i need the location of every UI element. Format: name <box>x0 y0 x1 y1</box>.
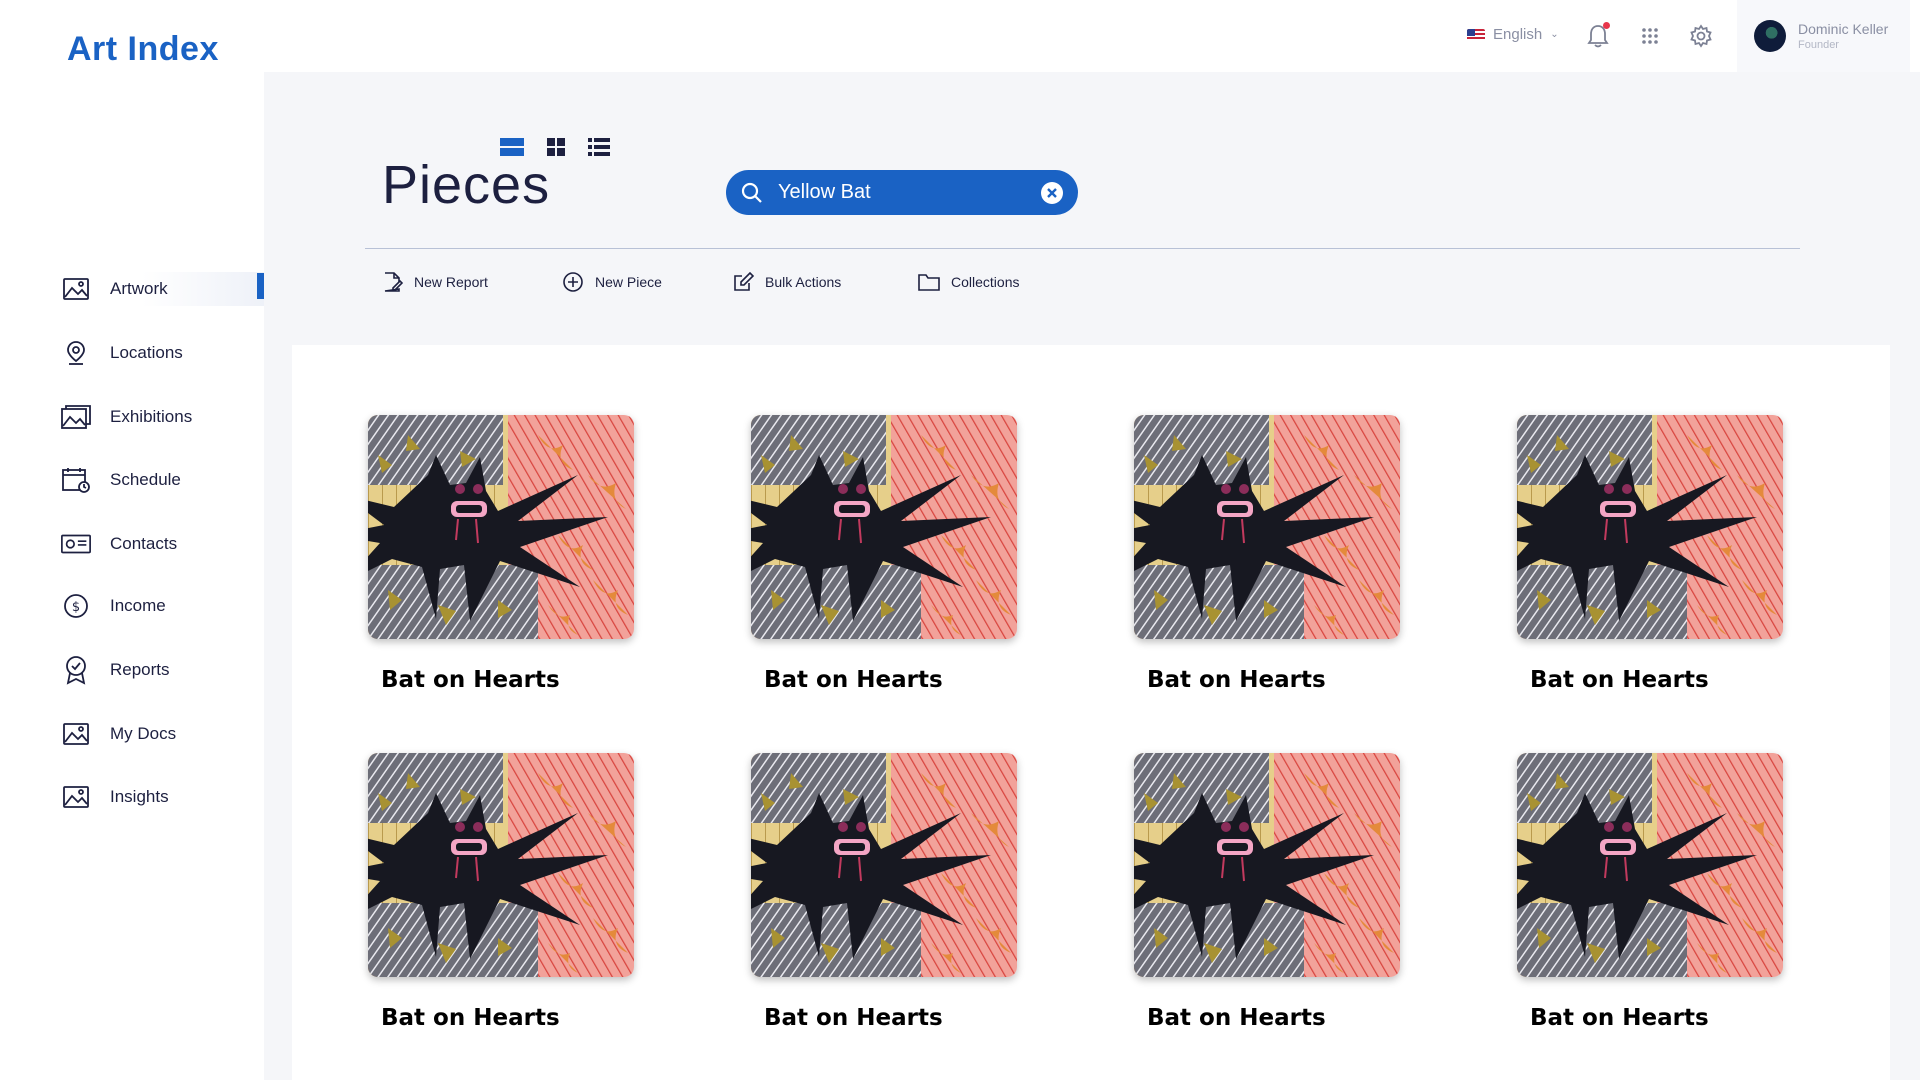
image-icon <box>60 718 92 750</box>
sidebar-item-income[interactable]: $ Income <box>60 589 264 623</box>
page-title: Pieces <box>382 155 551 215</box>
svg-text:$: $ <box>72 600 80 615</box>
sidebar: Artwork Locations Exhibitions Schedule C… <box>0 72 264 1080</box>
sidebar-item-label: Locations <box>110 343 183 362</box>
divider <box>365 248 1800 249</box>
search-icon <box>741 182 762 203</box>
piece-title[interactable]: Bat on Hearts <box>381 1005 634 1031</box>
piece-thumbnail[interactable] <box>1517 415 1783 639</box>
piece-thumbnail[interactable] <box>751 753 1017 977</box>
grid-dots-icon <box>1642 28 1658 44</box>
sidebar-item-label: Schedule <box>110 470 181 489</box>
chevron-down-icon: ⌄ <box>1550 29 1559 40</box>
piece-card[interactable]: Bat on Hearts <box>1134 415 1400 693</box>
user-name: Dominic Keller <box>1798 21 1889 37</box>
piece-title[interactable]: Bat on Hearts <box>764 1005 1017 1031</box>
piece-card[interactable]: Bat on Hearts <box>368 415 634 693</box>
avatar <box>1754 20 1786 52</box>
search-input[interactable]: Yellow Bat <box>778 181 1026 204</box>
sidebar-item-label: Insights <box>110 787 169 806</box>
map-pin-icon <box>60 337 92 369</box>
new-piece-button[interactable]: New Piece <box>561 270 662 294</box>
piece-thumbnail[interactable] <box>1134 415 1400 639</box>
piece-title[interactable]: Bat on Hearts <box>381 667 634 693</box>
sidebar-item-exhibitions[interactable]: Exhibitions <box>60 400 264 434</box>
piece-title[interactable]: Bat on Hearts <box>1530 1005 1783 1031</box>
contact-card-icon <box>60 528 92 560</box>
bulk-actions-button[interactable]: Bulk Actions <box>731 270 841 294</box>
file-edit-icon <box>380 270 404 294</box>
sidebar-item-contacts[interactable]: Contacts <box>60 527 264 561</box>
piece-card[interactable]: Bat on Hearts <box>1517 415 1783 693</box>
list-icon <box>588 138 610 156</box>
sidebar-item-label: Contacts <box>110 534 178 553</box>
user-menu[interactable]: Dominic Keller Founder <box>1737 0 1910 72</box>
piece-thumbnail[interactable] <box>751 415 1017 639</box>
piece-thumbnail[interactable] <box>368 753 634 977</box>
action-label: Bulk Actions <box>765 274 842 290</box>
top-bar <box>0 0 1920 72</box>
sidebar-item-insights[interactable]: Insights <box>60 780 264 814</box>
us-flag-icon <box>1467 28 1485 41</box>
plus-circle-icon <box>561 270 585 294</box>
piece-card[interactable]: Bat on Hearts <box>751 753 1017 1031</box>
calendar-icon <box>60 464 92 496</box>
notification-dot <box>1603 22 1610 29</box>
clear-search-icon[interactable] <box>1040 181 1064 205</box>
dollar-icon: $ <box>60 590 92 622</box>
apps-button[interactable] <box>1636 22 1664 50</box>
edit-icon <box>731 270 755 294</box>
sidebar-item-label: My Docs <box>110 724 177 743</box>
piece-thumbnail[interactable] <box>368 415 634 639</box>
piece-thumbnail[interactable] <box>1134 753 1400 977</box>
piece-title[interactable]: Bat on Hearts <box>1147 1005 1400 1031</box>
piece-card[interactable]: Bat on Hearts <box>1134 753 1400 1031</box>
action-label: New Piece <box>595 274 662 290</box>
sidebar-item-schedule[interactable]: Schedule <box>60 463 264 497</box>
piece-thumbnail[interactable] <box>1517 753 1783 977</box>
piece-title[interactable]: Bat on Hearts <box>764 667 1017 693</box>
piece-card[interactable]: Bat on Hearts <box>368 753 634 1031</box>
action-label: Collections <box>951 274 1020 290</box>
sidebar-item-reports[interactable]: Reports <box>60 653 264 687</box>
sidebar-item-label: Exhibitions <box>110 407 193 426</box>
collections-button[interactable]: Collections <box>917 270 1019 294</box>
language-selector[interactable]: English ⌄ <box>1467 26 1559 43</box>
user-role: Founder <box>1798 39 1839 51</box>
sidebar-item-label: Reports <box>110 660 170 679</box>
piece-title[interactable]: Bat on Hearts <box>1530 667 1783 693</box>
piece-title[interactable]: Bat on Hearts <box>1147 667 1400 693</box>
app-logo[interactable]: Art Index <box>67 30 219 69</box>
image-icon <box>60 273 92 305</box>
gallery-icon <box>60 401 92 433</box>
piece-card[interactable]: Bat on Hearts <box>751 415 1017 693</box>
notifications-button[interactable] <box>1584 22 1612 50</box>
sidebar-item-artwork[interactable]: Artwork <box>60 272 264 306</box>
folder-icon <box>917 270 941 294</box>
image-icon <box>60 781 92 813</box>
sidebar-item-my-docs[interactable]: My Docs <box>60 717 264 751</box>
badge-icon <box>60 654 92 686</box>
sidebar-item-locations[interactable]: Locations <box>60 336 264 370</box>
view-list-button[interactable] <box>587 136 611 158</box>
language-label: English <box>1493 26 1543 43</box>
sidebar-item-label: Artwork <box>110 279 168 298</box>
piece-card[interactable]: Bat on Hearts <box>1517 753 1783 1031</box>
new-report-button[interactable]: New Report <box>380 270 488 294</box>
settings-button[interactable] <box>1687 22 1715 50</box>
active-indicator <box>257 273 264 299</box>
gear-icon <box>1690 24 1712 48</box>
sidebar-item-label: Income <box>110 596 166 615</box>
search-bar[interactable]: Yellow Bat <box>726 170 1078 215</box>
action-label: New Report <box>414 274 488 290</box>
